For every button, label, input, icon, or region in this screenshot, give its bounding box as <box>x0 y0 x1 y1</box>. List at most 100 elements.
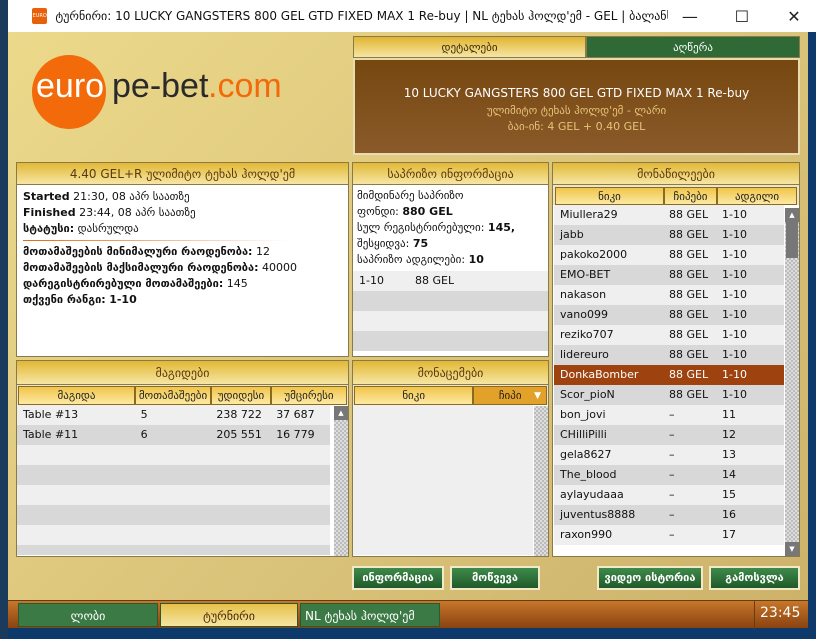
participant-place: 1-10 <box>722 228 747 241</box>
col-chip-dropdown[interactable]: ჩიპი ▼ <box>473 386 547 405</box>
participant-row[interactable]: juventus8888 – 16 <box>554 505 784 525</box>
close-button[interactable]: ✕ <box>772 7 816 26</box>
total-label: სულ რეგისტრირებული: <box>357 221 485 234</box>
tables-scrollbar[interactable]: ▲ <box>334 406 348 556</box>
participant-row[interactable]: jabb 88 GEL 1-10 <box>554 225 784 245</box>
participants-header: მონაწილეები <box>553 163 799 185</box>
table-largest: 238 722 <box>216 408 262 421</box>
col-chips[interactable]: ჩიპები <box>664 187 717 205</box>
participant-row[interactable]: gela8627 – 13 <box>554 445 784 465</box>
scroll-down-icon[interactable]: ▼ <box>785 542 799 556</box>
participant-row[interactable]: EMO-BET 88 GEL 1-10 <box>554 265 784 285</box>
participant-chips: – <box>669 508 675 521</box>
scroll-up-icon[interactable]: ▲ <box>785 208 799 222</box>
col-nick[interactable]: ნიკი <box>555 187 664 205</box>
max-players-label: მოთამაშეების მაქსიმალური რაოდენობა: <box>23 261 259 274</box>
col-nick[interactable]: ნიკი <box>354 386 474 405</box>
prize-place: 1-10 <box>359 274 384 287</box>
participant-place: 1-10 <box>722 308 747 321</box>
table-players: 5 <box>140 408 148 421</box>
participant-nick: EMO-BET <box>560 268 611 281</box>
table-row[interactable]: Table #11 6 205 551 16 779 <box>17 425 330 445</box>
table-row <box>17 505 330 525</box>
finished-label: Finished <box>23 206 76 219</box>
tab-details[interactable]: დეტალები <box>353 36 586 58</box>
tab-nl-holdem[interactable]: NL ტეხას ჰოლდ'ემ <box>300 603 440 627</box>
minimize-button[interactable]: — <box>668 7 712 26</box>
participant-row[interactable]: Miullera29 88 GEL 1-10 <box>554 205 784 225</box>
data-scrollbar[interactable] <box>534 406 548 556</box>
logo-com: .com <box>208 67 282 105</box>
game-type: ულიმიტო ტეხას ჰოლდ'ემ - ლარი <box>486 104 667 117</box>
tab-description[interactable]: აღწერა <box>586 36 800 58</box>
scroll-thumb[interactable] <box>786 222 798 258</box>
exit-button[interactable]: გამოსვლა <box>709 566 800 590</box>
participant-row[interactable]: lidereuro 88 GEL 1-10 <box>554 345 784 365</box>
participants-scrollbar[interactable]: ▲ ▼ <box>785 208 799 556</box>
col-smallest[interactable]: უმცირესი <box>271 386 347 405</box>
scroll-up-icon[interactable]: ▲ <box>334 406 348 420</box>
participant-nick: jabb <box>560 228 584 241</box>
participant-chips: 88 GEL <box>669 368 709 381</box>
maximize-button[interactable]: ☐ <box>720 7 764 26</box>
logo-euro: euro <box>36 67 105 105</box>
participant-place: 1-10 <box>722 328 747 341</box>
buys-label: შესყიდვა: <box>357 237 410 250</box>
logo-pe-bet: pe-bet <box>112 67 209 105</box>
participant-chips: – <box>669 468 675 481</box>
participant-nick: pakoko2000 <box>560 248 628 261</box>
video-history-button[interactable]: ვიდეო ისტორია <box>597 566 703 590</box>
info-button[interactable]: ინფორმაცია <box>352 566 444 590</box>
participant-row[interactable]: nakason 88 GEL 1-10 <box>554 285 784 305</box>
fund-label: ფონდი: <box>357 205 399 218</box>
participant-row[interactable]: DonkaBomber 88 GEL 1-10 <box>554 365 784 385</box>
col-largest[interactable]: უდიდესი <box>211 386 271 405</box>
participant-row[interactable]: reziko707 88 GEL 1-10 <box>554 325 784 345</box>
participant-chips: 88 GEL <box>669 228 709 241</box>
participant-row[interactable]: aylayudaaa – 15 <box>554 485 784 505</box>
participant-nick: CHilliPilli <box>560 428 607 441</box>
participant-nick: gela8627 <box>560 448 612 461</box>
desktop-edge <box>0 0 8 639</box>
participant-chips: 88 GEL <box>669 308 709 321</box>
col-chip-label: ჩიპი <box>498 389 522 402</box>
table-row[interactable]: Table #13 5 238 722 37 687 <box>17 405 330 425</box>
participants-list: Miullera29 88 GEL 1-10 jabb 88 GEL 1-10 pakoko… <box>554 205 784 553</box>
participant-nick: aylayudaaa <box>560 488 624 501</box>
tables-list: Table #13 5 238 722 37 687 Table #11 6 205 551… <box>17 405 330 555</box>
places-label: საპრიზო ადგილები: <box>357 253 466 266</box>
participant-place: 17 <box>722 528 736 541</box>
participant-place: 12 <box>722 428 736 441</box>
invite-button[interactable]: მოწვევა <box>450 566 540 590</box>
participant-row[interactable]: CHilliPilli – 12 <box>554 425 784 445</box>
prize-info-panel: საპრიზო ინფორმაცია მიმდინარე საპრიზო ფონ… <box>352 162 549 357</box>
participant-row[interactable]: vano099 88 GEL 1-10 <box>554 305 784 325</box>
tab-tournament[interactable]: ტურნირი <box>160 603 298 627</box>
participant-row[interactable]: bon_jovi – 11 <box>554 405 784 425</box>
status-label: სტატუსი: <box>23 222 75 235</box>
participant-row[interactable]: The_blood – 14 <box>554 465 784 485</box>
participant-chips: – <box>669 528 675 541</box>
participant-place: 1-10 <box>722 348 747 361</box>
participant-nick: lidereuro <box>560 348 609 361</box>
participant-chips: 88 GEL <box>669 288 709 301</box>
col-table[interactable]: მაგიდა <box>18 386 135 405</box>
participant-place: 1-10 <box>722 268 747 281</box>
finished-value: 23:44, 08 აპრ საათზე <box>79 206 196 219</box>
registered-label: დარეგისტრირებული მოთამაშეები: <box>23 277 224 290</box>
participant-place: 1-10 <box>722 288 747 301</box>
tab-lobby[interactable]: ლობი <box>18 603 158 627</box>
app-icon: EURO <box>32 8 48 24</box>
participant-nick: Scor_pioN <box>560 388 615 401</box>
tables-panel: მაგიდები მაგიდა მოთამაშეები უდიდესი უმცი… <box>16 360 349 557</box>
col-place[interactable]: ადგილი <box>717 187 797 205</box>
participant-place: 14 <box>722 468 736 481</box>
participant-row[interactable]: pakoko2000 88 GEL 1-10 <box>554 245 784 265</box>
col-players[interactable]: მოთამაშეები <box>135 386 211 405</box>
table-row <box>17 485 330 505</box>
participant-row[interactable]: Scor_pioN 88 GEL 1-10 <box>554 385 784 405</box>
prize-row: 1-10 88 GEL <box>353 271 548 291</box>
participant-row[interactable]: raxon990 – 17 <box>554 525 784 545</box>
table-smallest: 16 779 <box>276 428 315 441</box>
registered-value: 145 <box>226 277 248 290</box>
